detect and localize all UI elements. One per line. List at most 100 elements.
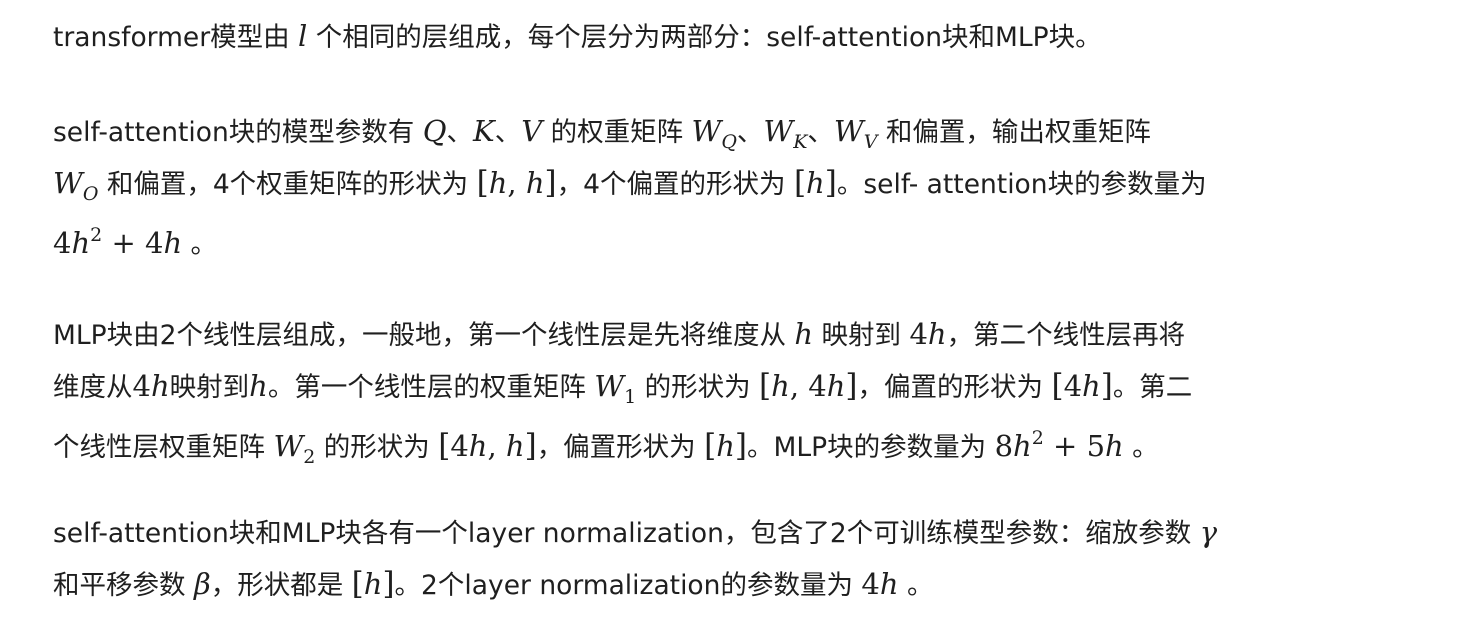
text: ，形状都是 [210,570,352,601]
math-h: h [150,369,170,403]
text: 。MLP块的参数量为 [747,432,995,463]
math-number: 8 [994,429,1014,463]
text: 、 [807,117,834,148]
text: ，偏置的形状为 [857,372,1052,403]
text: 和平移参数 [53,570,194,601]
math-v: V [521,114,543,148]
text: 个相同的层组成，每个层分为两部分：self-attention块和MLP块。 [307,22,1102,53]
paragraph-mlp-params: MLP块由2个线性层组成，一般地，第一个线性层是先将维度从 h 映射到 4h，第… [53,308,1448,468]
math-bracket: ] [382,566,395,602]
math-h: h [163,226,183,260]
math-number: 4 [53,226,72,260]
math-number: 4 [861,567,880,601]
text: 映射到 [813,320,910,351]
math-l: l [298,19,308,53]
math-subscript: O [82,183,99,205]
math-w: W [763,114,794,148]
math-bracket: ] [845,368,858,404]
math-h: h [1105,429,1124,463]
math-h: h [1082,369,1101,403]
text: 。 [898,570,934,601]
math-bracket: [ [1051,368,1064,404]
math-h: h [716,429,735,463]
text: 的权重矩阵 [542,117,692,148]
math-h: h [1013,429,1032,463]
math-subscript: K [793,131,808,153]
math-w: W [594,369,625,403]
text: 。第二 [1112,372,1193,403]
text: transformer模型由 [53,22,299,53]
line: WO 和偏置，4个权重矩阵的形状为 [h, h]，4个偏置的形状为 [h]。se… [53,157,1448,209]
math-subscript: V [863,131,878,153]
math-subscript: 2 [303,446,316,468]
math-bracket: ] [544,165,557,201]
math-w: W [273,429,304,463]
math-bracket: [ [476,165,489,201]
text: 和偏置，输出权重矩阵 [877,117,1151,148]
text: 映射到 [169,372,250,403]
math-h: h [71,226,91,260]
math-q: Q [422,114,447,148]
text: ，偏置形状为 [536,432,705,463]
math-number: 4 [450,429,469,463]
text: 、 [494,117,522,148]
line: 维度从4h映射到h。第一个线性层的权重矩阵 W1 的形状为 [h, 4h]，偏置… [53,360,1448,412]
math-comma: , [789,369,809,403]
math-w: W [691,114,722,148]
math-gamma: γ [1199,515,1218,549]
math-h: h [249,369,268,403]
math-h: h [363,567,383,601]
text: 。2个layer normalization的参数量为 [394,570,862,601]
math-k: K [473,114,495,148]
text: ，第二个线性层再将 [946,320,1186,351]
math-h: h [468,429,488,463]
line: 个线性层权重矩阵 W2 的形状为 [4h, h]，偏置形状为 [h]。MLP块的… [53,412,1448,468]
line: 4h2 + 4h 。 [53,209,1448,261]
math-plus: + [1043,429,1087,463]
text: 个线性层权重矩阵 [53,432,274,463]
math-h: h [794,317,814,351]
math-bracket: ] [1100,368,1113,404]
line: self-attention块的模型参数有 Q、K、V 的权重矩阵 WQ、WK、… [53,105,1448,157]
math-number: 5 [1086,429,1106,463]
math-comma: , [487,429,506,463]
text: 维度从 [53,372,133,403]
math-subscript: Q [721,131,737,153]
text: self-attention块和MLP块各有一个layer normalizat… [53,518,1200,549]
line: MLP块由2个线性层组成，一般地，第一个线性层是先将维度从 h 映射到 4h，第… [53,308,1448,360]
math-h: h [505,429,525,463]
math-h: h [826,369,846,403]
math-subscript: 1 [624,386,637,408]
line: 和平移参数 β，形状都是 [h]。2个layer normalization的参… [53,558,1448,610]
math-bracket: [ [759,368,772,404]
text: 。self- attention块的参数量为 [836,169,1207,200]
math-number: 4 [144,226,164,260]
math-plus: + [102,226,145,260]
line: self-attention块和MLP块各有一个layer normalizat… [53,506,1448,558]
math-bracket: [ [351,566,364,602]
text: MLP块由2个线性层组成，一般地，第一个线性层是先将维度从 [53,320,795,351]
paragraph-self-attention-params: self-attention块的模型参数有 Q、K、V 的权重矩阵 WQ、WK、… [53,105,1448,261]
math-h: h [879,567,899,601]
math-number: 4 [808,369,827,403]
text: 的形状为 [636,372,760,403]
text: 。第一个线性层的权重矩阵 [267,372,595,403]
math-exponent: 2 [1031,427,1044,449]
math-bracket: [ [704,428,717,464]
paragraph-transformer-layers: transformer模型由 l 个相同的层组成，每个层分为两部分：self-a… [53,10,1448,62]
math-bracket: ] [734,428,748,464]
text: 。 [182,229,218,260]
text: ，4个偏置的形状为 [556,169,794,200]
paragraph-layer-norm-params: self-attention块和MLP块各有一个layer normalizat… [53,506,1448,610]
text: 。 [1123,432,1159,463]
text: 、 [446,117,474,148]
math-w: W [833,114,864,148]
math-bracket: [ [438,428,451,464]
math-beta: β [193,567,211,601]
text: 和偏置，4个权重矩阵的形状为 [98,169,477,200]
math-bracket: ] [524,428,537,464]
math-exponent: 2 [90,224,103,246]
math-h: h [488,166,508,200]
math-h: h [927,317,947,351]
text: 的形状为 [315,432,439,463]
